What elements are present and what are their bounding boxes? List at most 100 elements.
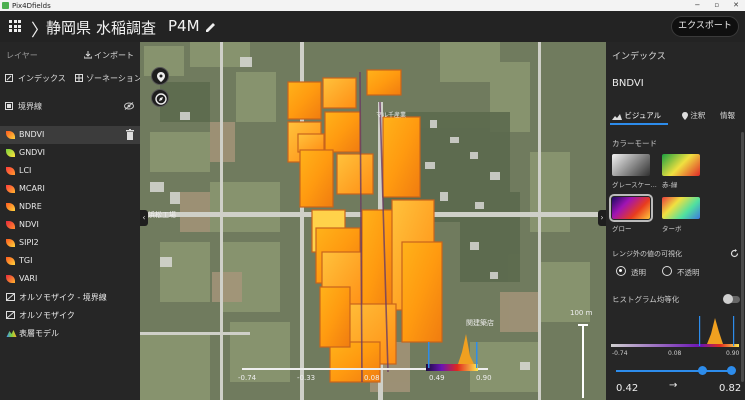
lci-leaf-icon bbox=[6, 167, 15, 175]
layer-label: NDVI bbox=[19, 220, 39, 229]
layer-item-tgi[interactable]: TGI bbox=[0, 252, 140, 270]
layer-item-sipi2[interactable]: SIPI2 bbox=[0, 234, 140, 252]
tab-info[interactable]: 情報 bbox=[720, 110, 735, 121]
color-mode-glow-label: グロー bbox=[612, 225, 632, 233]
layer-item-surface-model[interactable]: 表層モデル bbox=[0, 324, 140, 342]
legend-min-label: -0.74 bbox=[238, 374, 257, 382]
location-pin-icon bbox=[157, 72, 165, 82]
tab-annotation-label: 注釈 bbox=[690, 111, 706, 120]
compass-button[interactable] bbox=[151, 89, 169, 107]
maximize-button[interactable]: ▫ bbox=[714, 0, 719, 11]
window-title: Pix4Dfields bbox=[12, 1, 51, 10]
layer-item-ortho[interactable]: オルソモザイク bbox=[0, 306, 140, 324]
minimize-button[interactable]: − bbox=[695, 0, 701, 11]
index-settings-panel: インデックス BNDVI ビジュアル 注釈 情報 カラーモード グレースケー..… bbox=[606, 42, 745, 400]
ortho-icon bbox=[6, 311, 15, 319]
layer-item-bndvi[interactable]: BNDVI bbox=[0, 126, 140, 144]
range-slider-track[interactable] bbox=[616, 370, 734, 372]
layer-item-ndre[interactable]: NDRE bbox=[0, 198, 140, 216]
import-label: インポート bbox=[94, 51, 134, 60]
mcari-leaf-icon bbox=[6, 185, 15, 193]
radio-transparent[interactable] bbox=[616, 266, 626, 276]
map-place-label-1: 浜松工場 bbox=[148, 211, 176, 219]
gndvi-leaf-icon bbox=[6, 149, 15, 157]
panel-tabs: ビジュアル 注釈 情報 bbox=[606, 108, 745, 125]
color-mode-red-green-label: 赤-緑 bbox=[662, 181, 678, 189]
panel-scrollbar[interactable] bbox=[741, 132, 744, 382]
ndvi-leaf-icon bbox=[6, 221, 15, 229]
hist-min-label: -0.74 bbox=[612, 350, 628, 357]
color-mode-glow[interactable] bbox=[609, 194, 653, 222]
zoning-label: ゾーネーション bbox=[86, 74, 142, 83]
layer-label: TGI bbox=[19, 256, 33, 265]
apps-grid-icon[interactable] bbox=[9, 20, 21, 32]
sipi2-leaf-icon bbox=[6, 239, 15, 247]
range-slider-low-handle[interactable] bbox=[698, 366, 707, 375]
tab-visual-label: ビジュアル bbox=[624, 111, 662, 120]
layers-sidebar: レイヤー インポート インデックス ゾーネーション 境界線 BNDVI GNDV… bbox=[0, 42, 142, 400]
layer-item-mcari[interactable]: MCARI bbox=[0, 180, 140, 198]
visibility-off-icon[interactable] bbox=[124, 102, 134, 110]
layer-label: BNDVI bbox=[19, 130, 45, 139]
scale-bar-label: 100 m bbox=[570, 309, 593, 317]
layer-item-ortho-boundary[interactable]: オルソモザイク - 境界線 bbox=[0, 288, 140, 306]
ortho-boundary-icon bbox=[6, 293, 15, 301]
hist-eq-label: ヒストグラム均等化 bbox=[612, 295, 680, 304]
color-mode-turbo[interactable] bbox=[662, 197, 700, 219]
app-header: 〉 静岡県 水稲調査 P4M エクスポート bbox=[0, 11, 745, 42]
radio-opaque[interactable] bbox=[662, 266, 672, 276]
close-window-button[interactable]: ✕ bbox=[733, 0, 739, 11]
trash-icon[interactable] bbox=[126, 129, 134, 140]
edit-pencil-icon[interactable] bbox=[204, 19, 216, 33]
layer-label: SIPI2 bbox=[19, 238, 39, 247]
layer-item-ndvi[interactable]: NDVI bbox=[0, 216, 140, 234]
range-high-value: 0.82 bbox=[719, 383, 742, 394]
index-icon bbox=[5, 74, 13, 82]
color-mode-grayscale[interactable] bbox=[612, 154, 650, 176]
map-canvas bbox=[140, 42, 606, 400]
index-label: インデックス bbox=[18, 74, 66, 83]
color-mode-red-green[interactable] bbox=[662, 154, 700, 176]
breadcrumb-project[interactable]: 水稲調査 bbox=[96, 17, 156, 38]
pin-icon bbox=[682, 112, 688, 120]
layer-label: オルソモザイク bbox=[19, 311, 75, 320]
panel-title: インデックス bbox=[612, 52, 666, 62]
radio-opaque-label: 不透明 bbox=[677, 268, 700, 277]
map-view[interactable]: ‹ › -0.74 -0.33 0.08 0.49 0.90 100 m 浜松工… bbox=[140, 42, 606, 400]
import-icon bbox=[84, 51, 92, 59]
collapse-right-panel-button[interactable]: › bbox=[598, 210, 606, 226]
layer-label: MCARI bbox=[19, 184, 45, 193]
layer-item-lci[interactable]: LCI bbox=[0, 162, 140, 180]
breadcrumb-prefecture[interactable]: 静岡県 bbox=[46, 17, 91, 38]
hist-mid-label: 0.08 bbox=[668, 350, 682, 357]
bndvi-leaf-icon bbox=[6, 131, 15, 139]
location-pin-button[interactable] bbox=[151, 67, 169, 85]
legend-low-label: 0.49 bbox=[429, 374, 445, 382]
tab-visual[interactable]: ビジュアル bbox=[612, 110, 661, 121]
tab-annotation[interactable]: 注釈 bbox=[682, 110, 705, 121]
layers-label: レイヤー bbox=[6, 51, 38, 60]
color-mode-grayscale-label: グレースケー... bbox=[612, 181, 657, 189]
layer-label: LCI bbox=[19, 166, 32, 175]
legend-tick-2-label: 0.08 bbox=[364, 374, 380, 382]
map-place-label-2: 関建築店 bbox=[466, 319, 494, 327]
color-mode-turbo-label: ターボ bbox=[662, 225, 682, 233]
collapse-left-panel-button[interactable]: ‹ bbox=[140, 210, 148, 226]
range-slider-high-handle[interactable] bbox=[727, 366, 736, 375]
hist-max-label: 0.90 bbox=[726, 350, 740, 357]
tgi-leaf-icon bbox=[6, 257, 15, 265]
active-tab-indicator bbox=[610, 123, 668, 125]
layer-item-gndvi[interactable]: GNDVI bbox=[0, 144, 140, 162]
layer-label: GNDVI bbox=[19, 148, 46, 157]
chart-icon bbox=[612, 113, 622, 120]
export-button[interactable]: エクスポート bbox=[671, 16, 739, 37]
compass-icon bbox=[155, 93, 167, 105]
vari-leaf-icon bbox=[6, 275, 15, 283]
layer-item-vari[interactable]: VARI bbox=[0, 270, 140, 288]
hist-eq-toggle[interactable] bbox=[723, 294, 740, 304]
histogram-chart bbox=[611, 316, 739, 347]
range-arrow-icon: → bbox=[669, 380, 678, 391]
zoning-icon bbox=[75, 74, 83, 82]
reset-icon[interactable] bbox=[730, 249, 739, 258]
range-low-value: 0.42 bbox=[616, 383, 639, 394]
